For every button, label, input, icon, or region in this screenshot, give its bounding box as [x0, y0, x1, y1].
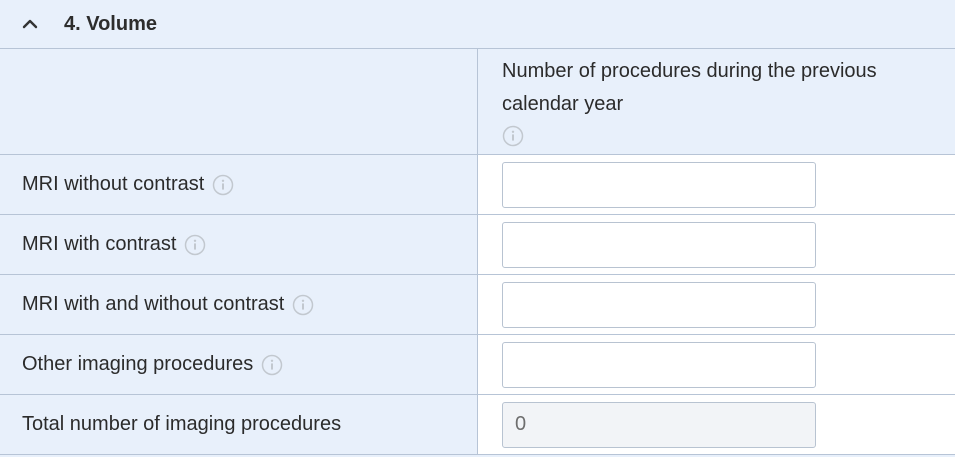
mri-with-and-without-contrast-input[interactable] [502, 281, 816, 328]
row-label-cell: Other imaging procedures [0, 335, 478, 394]
row-label-cell: MRI with contrast [0, 215, 478, 274]
row-label: Other imaging procedures [22, 353, 254, 375]
info-icon[interactable] [502, 125, 524, 147]
row-label: Total number of imaging procedures [22, 413, 342, 435]
mri-without-contrast-input[interactable] [502, 161, 816, 208]
table-row: MRI with contrast [0, 215, 955, 275]
chevron-up-icon[interactable] [22, 18, 38, 30]
column-header-cell: Number of procedures during the previous… [478, 49, 955, 154]
total-imaging-procedures-field [502, 401, 816, 448]
row-label-cell: MRI without contrast [0, 155, 478, 214]
info-icon[interactable] [261, 354, 283, 376]
table-row: MRI without contrast [0, 155, 955, 215]
row-value-cell [478, 395, 955, 454]
row-value-cell [478, 335, 955, 394]
info-icon[interactable] [184, 234, 206, 256]
row-value-cell [478, 275, 955, 334]
mri-with-contrast-input[interactable] [502, 221, 816, 268]
row-label-cell: Total number of imaging procedures [0, 395, 478, 454]
empty-header-cell [0, 49, 478, 154]
table-row: Other imaging procedures [0, 335, 955, 395]
table-header-row: Number of procedures during the previous… [0, 49, 955, 155]
volume-section: 4. Volume Number of procedures during th… [0, 0, 955, 457]
section-title: 4. Volume [64, 12, 157, 35]
column-heading: Number of procedures during the previous… [502, 60, 877, 115]
row-label: MRI with and without contrast [22, 293, 285, 315]
row-label: MRI with contrast [22, 233, 177, 255]
row-label: MRI without contrast [22, 173, 205, 195]
info-icon[interactable] [292, 294, 314, 316]
row-value-cell [478, 155, 955, 214]
row-label-cell: MRI with and without contrast [0, 275, 478, 334]
volume-table: Number of procedures during the previous… [0, 49, 955, 455]
table-row: MRI with and without contrast [0, 275, 955, 335]
info-icon[interactable] [212, 174, 234, 196]
section-header[interactable]: 4. Volume [0, 0, 955, 49]
row-value-cell [478, 215, 955, 274]
other-imaging-procedures-input[interactable] [502, 341, 816, 388]
table-row: Total number of imaging procedures [0, 395, 955, 455]
